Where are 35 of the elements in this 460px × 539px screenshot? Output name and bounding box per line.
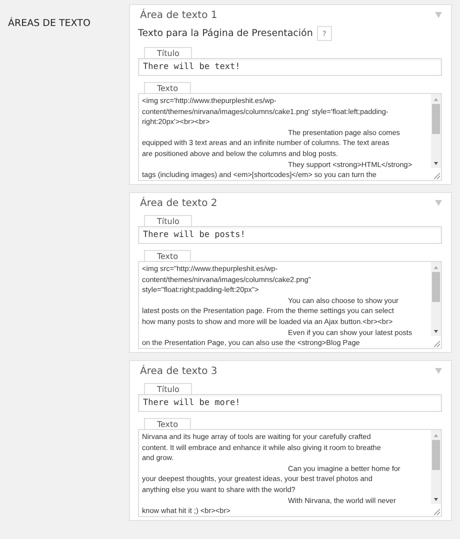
scroll-down-arrow-icon[interactable]	[434, 162, 438, 165]
scrollbar[interactable]	[431, 94, 441, 168]
text-area-field[interactable]	[138, 261, 442, 349]
field-label: Título	[144, 215, 192, 226]
scroll-up-arrow-icon[interactable]	[434, 266, 438, 269]
title-input-field[interactable]: There will be posts!	[138, 226, 442, 244]
scrollbar[interactable]	[431, 430, 441, 504]
scroll-thumb[interactable]	[432, 104, 440, 134]
field-label: Título	[144, 47, 192, 58]
scrollbar[interactable]	[431, 262, 441, 336]
scroll-thumb[interactable]	[432, 440, 440, 470]
scroll-up-arrow-icon[interactable]	[434, 98, 438, 101]
scroll-up-arrow-icon[interactable]	[434, 434, 438, 437]
scroll-down-arrow-icon[interactable]	[434, 330, 438, 333]
panel-title: Área de texto 3	[139, 366, 218, 377]
title-input-field[interactable]: There will be text!	[138, 58, 442, 76]
field-label: Texto	[144, 250, 192, 261]
field-label: Texto	[144, 418, 192, 429]
field-label: Título	[144, 383, 192, 394]
title-input-field[interactable]: There will be more!	[138, 394, 442, 412]
resize-grip-icon[interactable]	[434, 509, 440, 515]
collapse-triangle-icon[interactable]	[435, 200, 442, 206]
text-area-field[interactable]	[138, 429, 442, 517]
section-label: ÁREAS DE TEXTO	[8, 18, 90, 29]
scroll-down-arrow-icon[interactable]	[434, 498, 438, 501]
panel-title: Área de texto 1	[139, 10, 218, 21]
field-label: Texto	[144, 82, 192, 93]
collapse-triangle-icon[interactable]	[435, 12, 442, 18]
scroll-thumb[interactable]	[432, 272, 440, 302]
collapse-triangle-icon[interactable]	[435, 368, 442, 374]
resize-grip-icon[interactable]	[434, 341, 440, 347]
text-area-field[interactable]	[138, 93, 442, 181]
panel-title: Área de texto 2	[139, 198, 218, 209]
resize-grip-icon[interactable]	[434, 173, 440, 179]
description-text: Texto para la Página de Presentación	[138, 28, 313, 39]
